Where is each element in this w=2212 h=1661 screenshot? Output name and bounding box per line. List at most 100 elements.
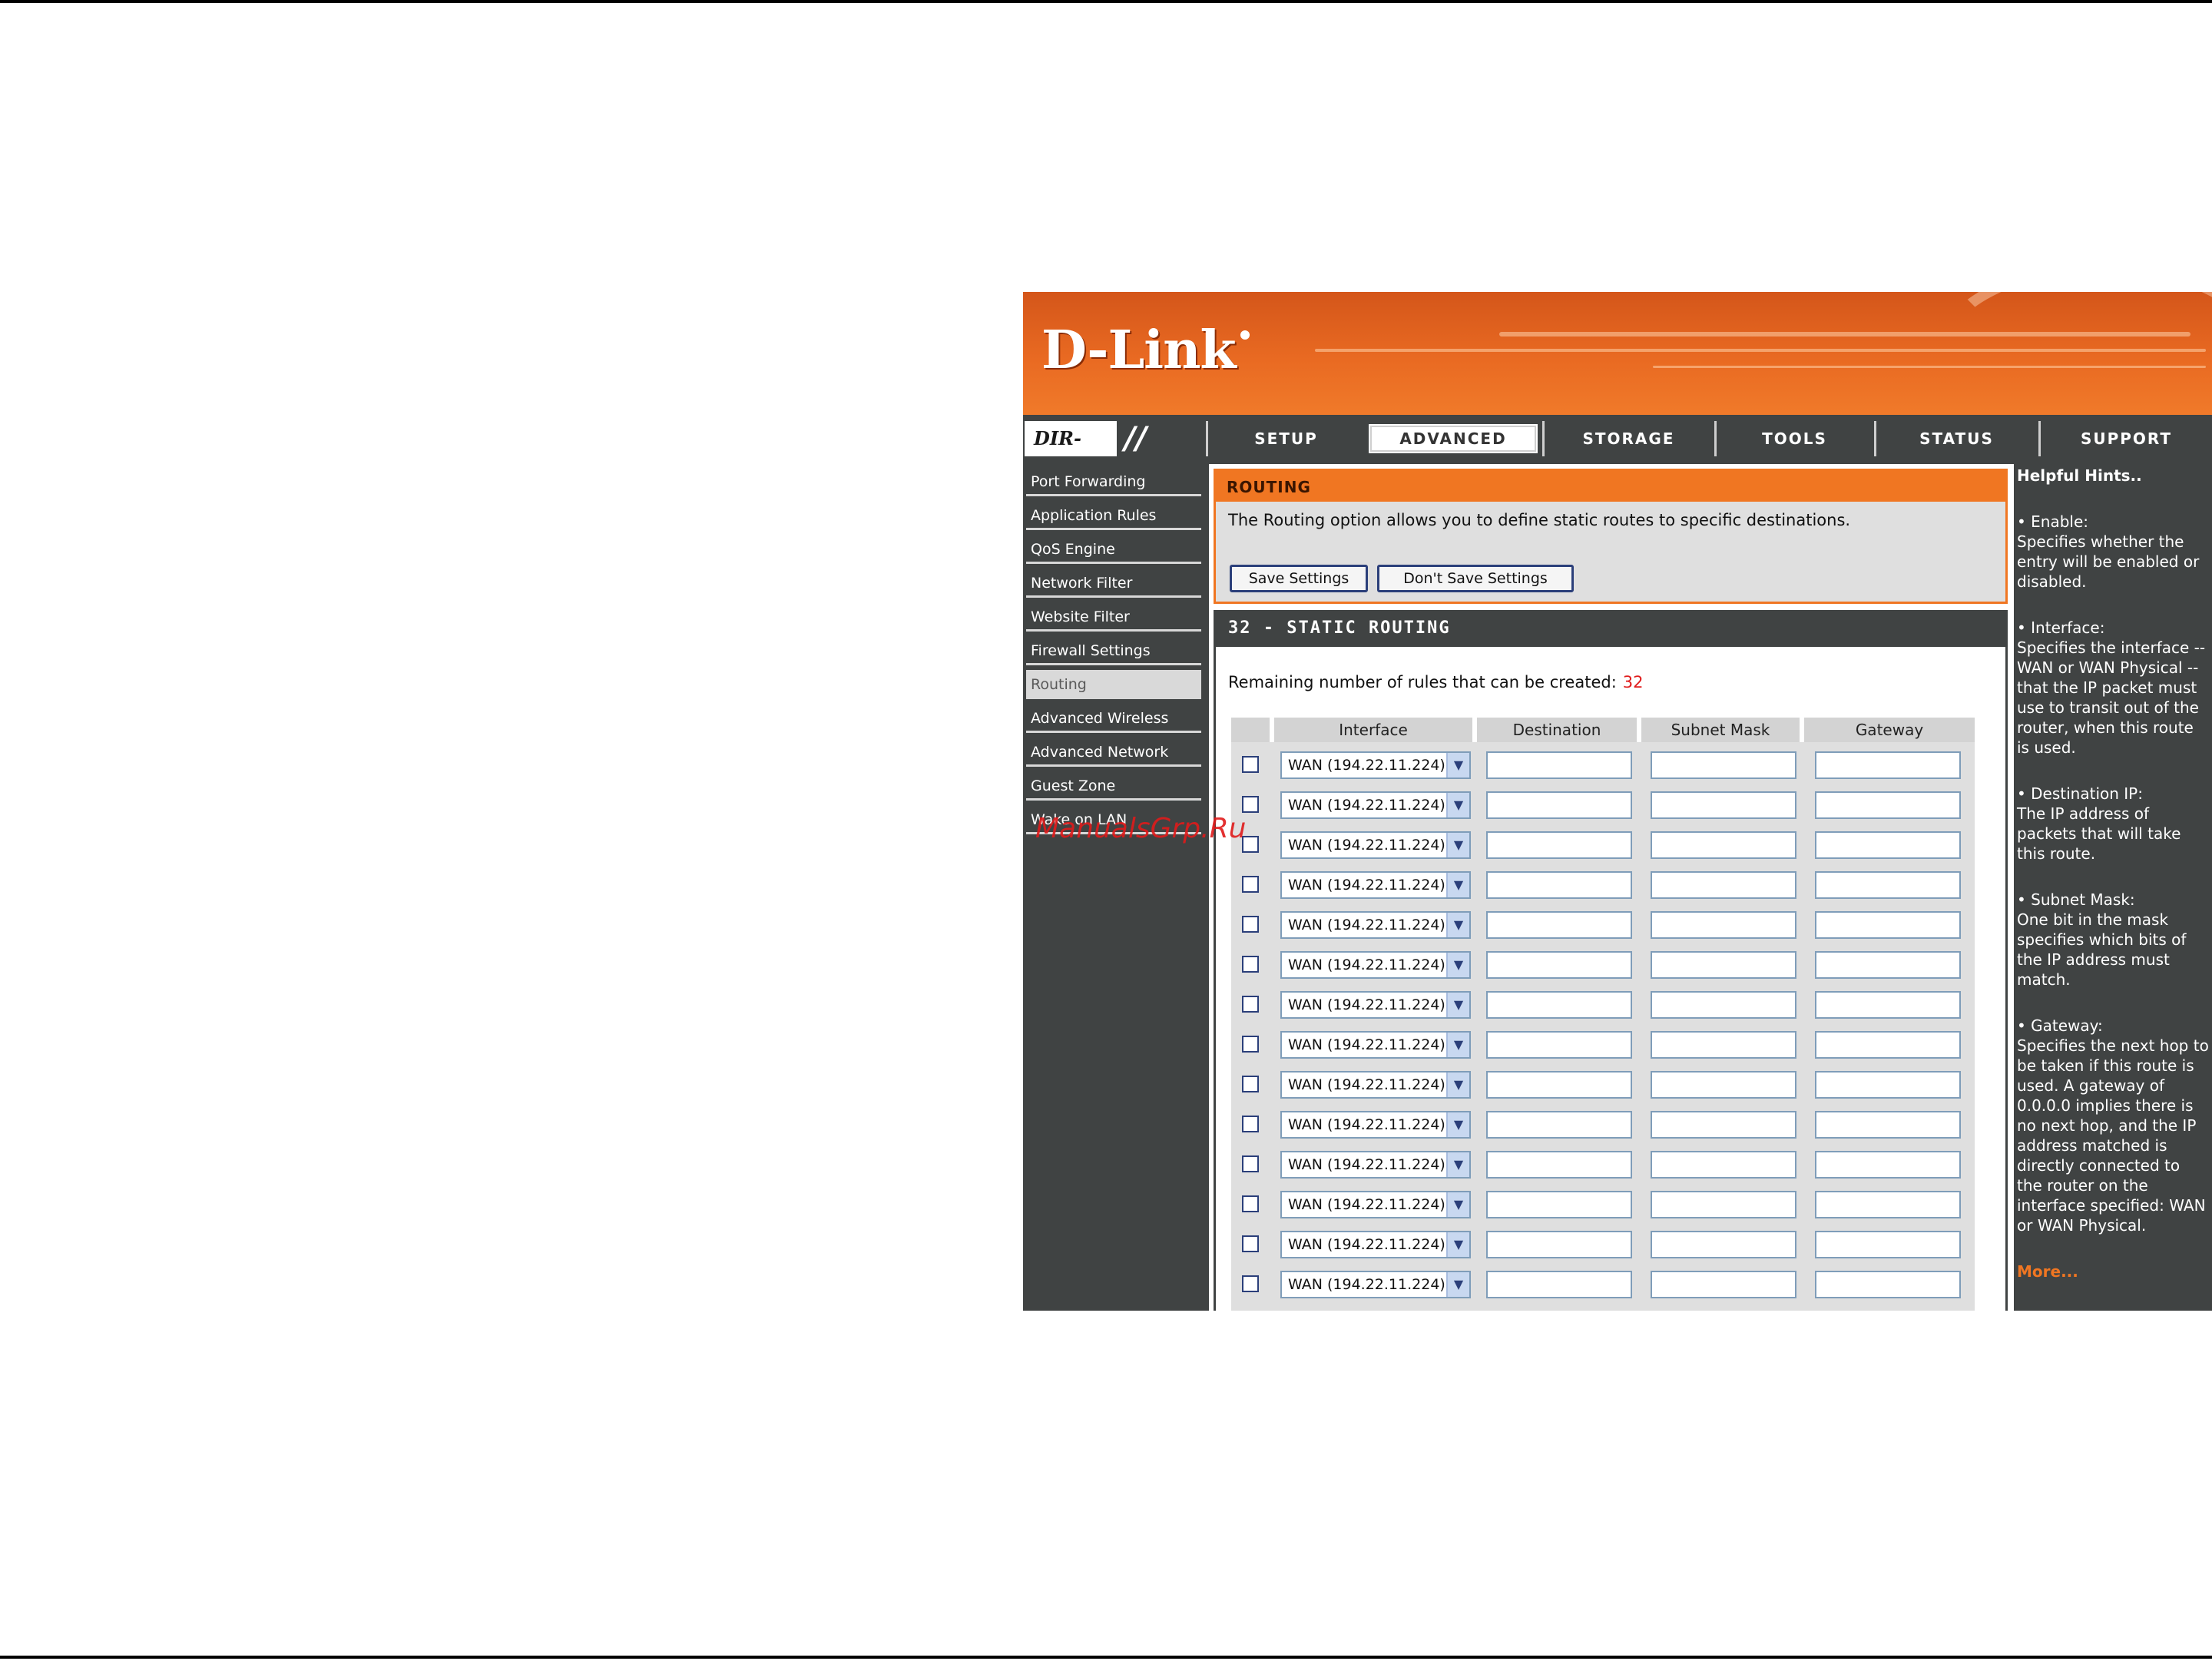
enable-checkbox[interactable] — [1242, 956, 1259, 973]
destination-input[interactable] — [1486, 751, 1632, 779]
enable-checkbox[interactable] — [1242, 996, 1259, 1013]
chevron-down-icon[interactable]: ▼ — [1446, 953, 1469, 977]
interface-select[interactable]: WAN (194.22.11.224) ▼ — [1280, 751, 1471, 779]
interface-select[interactable]: WAN (194.22.11.224) ▼ — [1280, 871, 1471, 899]
chevron-down-icon[interactable]: ▼ — [1446, 993, 1469, 1017]
gateway-input[interactable] — [1815, 1231, 1961, 1258]
chevron-down-icon[interactable]: ▼ — [1446, 1232, 1469, 1257]
interface-select[interactable]: WAN (194.22.11.224) ▼ — [1280, 1111, 1471, 1139]
sidebar-item-routing[interactable]: Routing — [1026, 670, 1201, 699]
tab-advanced[interactable]: ADVANCED — [1366, 421, 1541, 456]
sidebar-item-port-forwarding[interactable]: Port Forwarding — [1026, 467, 1201, 496]
destination-input[interactable] — [1486, 831, 1632, 859]
chevron-down-icon[interactable]: ▼ — [1446, 873, 1469, 897]
destination-input[interactable] — [1486, 1111, 1632, 1139]
dont-save-settings-button[interactable]: Don't Save Settings — [1377, 565, 1574, 592]
subnet-mask-input[interactable] — [1651, 951, 1796, 979]
chevron-down-icon[interactable]: ▼ — [1446, 1033, 1469, 1057]
subnet-mask-input[interactable] — [1651, 831, 1796, 859]
destination-input[interactable] — [1486, 1231, 1632, 1258]
chevron-down-icon[interactable]: ▼ — [1446, 793, 1469, 817]
subnet-mask-input[interactable] — [1651, 1071, 1796, 1099]
destination-input[interactable] — [1486, 1191, 1632, 1218]
sidebar-item-guest-zone[interactable]: Guest Zone — [1026, 771, 1201, 801]
destination-input[interactable] — [1486, 991, 1632, 1019]
enable-checkbox[interactable] — [1242, 1275, 1259, 1292]
sidebar-item-network-filter[interactable]: Network Filter — [1026, 569, 1201, 598]
enable-checkbox[interactable] — [1242, 1235, 1259, 1252]
enable-checkbox[interactable] — [1242, 1116, 1259, 1132]
destination-input[interactable] — [1486, 951, 1632, 979]
destination-input[interactable] — [1486, 1271, 1632, 1298]
more-hints-link[interactable]: More... — [2017, 1262, 2078, 1281]
interface-select[interactable]: WAN (194.22.11.224) ▼ — [1280, 1031, 1471, 1059]
interface-select[interactable]: WAN (194.22.11.224) ▼ — [1280, 1071, 1471, 1099]
destination-input[interactable] — [1486, 1031, 1632, 1059]
enable-checkbox[interactable] — [1242, 1195, 1259, 1212]
chevron-down-icon[interactable]: ▼ — [1446, 913, 1469, 937]
subnet-mask-input[interactable] — [1651, 1111, 1796, 1139]
subnet-mask-input[interactable] — [1651, 1151, 1796, 1179]
subnet-mask-input[interactable] — [1651, 791, 1796, 819]
interface-select[interactable]: WAN (194.22.11.224) ▼ — [1280, 1231, 1471, 1258]
destination-input[interactable] — [1486, 911, 1632, 939]
subnet-mask-input[interactable] — [1651, 911, 1796, 939]
sidebar-item-application-rules[interactable]: Application Rules — [1026, 501, 1201, 530]
save-settings-button[interactable]: Save Settings — [1230, 565, 1368, 592]
interface-select[interactable]: WAN (194.22.11.224) ▼ — [1280, 991, 1471, 1019]
destination-input[interactable] — [1486, 871, 1632, 899]
subnet-mask-input[interactable] — [1651, 1191, 1796, 1218]
gateway-input[interactable] — [1815, 1191, 1961, 1218]
subnet-mask-input[interactable] — [1651, 1271, 1796, 1298]
gateway-input[interactable] — [1815, 751, 1961, 779]
chevron-down-icon[interactable]: ▼ — [1446, 833, 1469, 857]
interface-select[interactable]: WAN (194.22.11.224) ▼ — [1280, 1271, 1471, 1298]
sidebar-item-website-filter[interactable]: Website Filter — [1026, 602, 1201, 632]
subnet-mask-input[interactable] — [1651, 751, 1796, 779]
chevron-down-icon[interactable]: ▼ — [1446, 1112, 1469, 1137]
chevron-down-icon[interactable]: ▼ — [1446, 1073, 1469, 1097]
chevron-down-icon[interactable]: ▼ — [1446, 753, 1469, 777]
tab-storage[interactable]: STORAGE — [1542, 421, 1713, 456]
gateway-input[interactable] — [1815, 1111, 1961, 1139]
destination-input[interactable] — [1486, 1071, 1632, 1099]
enable-checkbox[interactable] — [1242, 756, 1259, 773]
gateway-input[interactable] — [1815, 871, 1961, 899]
interface-select[interactable]: WAN (194.22.11.224) ▼ — [1280, 831, 1471, 859]
subnet-mask-input[interactable] — [1651, 871, 1796, 899]
enable-checkbox[interactable] — [1242, 876, 1259, 893]
subnet-mask-input[interactable] — [1651, 1031, 1796, 1059]
gateway-input[interactable] — [1815, 911, 1961, 939]
enable-checkbox[interactable] — [1242, 916, 1259, 933]
sidebar-item-qos-engine[interactable]: QoS Engine — [1026, 535, 1201, 564]
subnet-mask-input[interactable] — [1651, 1231, 1796, 1258]
gateway-input[interactable] — [1815, 791, 1961, 819]
chevron-down-icon[interactable]: ▼ — [1446, 1152, 1469, 1177]
gateway-input[interactable] — [1815, 1031, 1961, 1059]
gateway-input[interactable] — [1815, 1271, 1961, 1298]
tab-support[interactable]: SUPPORT — [2038, 421, 2212, 456]
enable-checkbox[interactable] — [1242, 1076, 1259, 1092]
chevron-down-icon[interactable]: ▼ — [1446, 1192, 1469, 1217]
interface-select[interactable]: WAN (194.22.11.224) ▼ — [1280, 951, 1471, 979]
sidebar-item-advanced-wireless[interactable]: Advanced Wireless — [1026, 704, 1201, 733]
chevron-down-icon[interactable]: ▼ — [1446, 1272, 1469, 1297]
enable-checkbox[interactable] — [1242, 1036, 1259, 1053]
destination-input[interactable] — [1486, 1151, 1632, 1179]
subnet-mask-input[interactable] — [1651, 991, 1796, 1019]
sidebar-item-firewall-settings[interactable]: Firewall Settings — [1026, 636, 1201, 665]
destination-input[interactable] — [1486, 791, 1632, 819]
interface-select[interactable]: WAN (194.22.11.224) ▼ — [1280, 1191, 1471, 1218]
gateway-input[interactable] — [1815, 831, 1961, 859]
enable-checkbox[interactable] — [1242, 796, 1259, 813]
sidebar-item-advanced-network[interactable]: Advanced Network — [1026, 738, 1201, 767]
tab-tools[interactable]: TOOLS — [1714, 421, 1873, 456]
gateway-input[interactable] — [1815, 951, 1961, 979]
interface-select[interactable]: WAN (194.22.11.224) ▼ — [1280, 911, 1471, 939]
gateway-input[interactable] — [1815, 991, 1961, 1019]
interface-select[interactable]: WAN (194.22.11.224) ▼ — [1280, 1151, 1471, 1179]
enable-checkbox[interactable] — [1242, 1155, 1259, 1172]
tab-setup[interactable]: SETUP — [1206, 421, 1364, 456]
gateway-input[interactable] — [1815, 1071, 1961, 1099]
tab-status[interactable]: STATUS — [1874, 421, 2037, 456]
